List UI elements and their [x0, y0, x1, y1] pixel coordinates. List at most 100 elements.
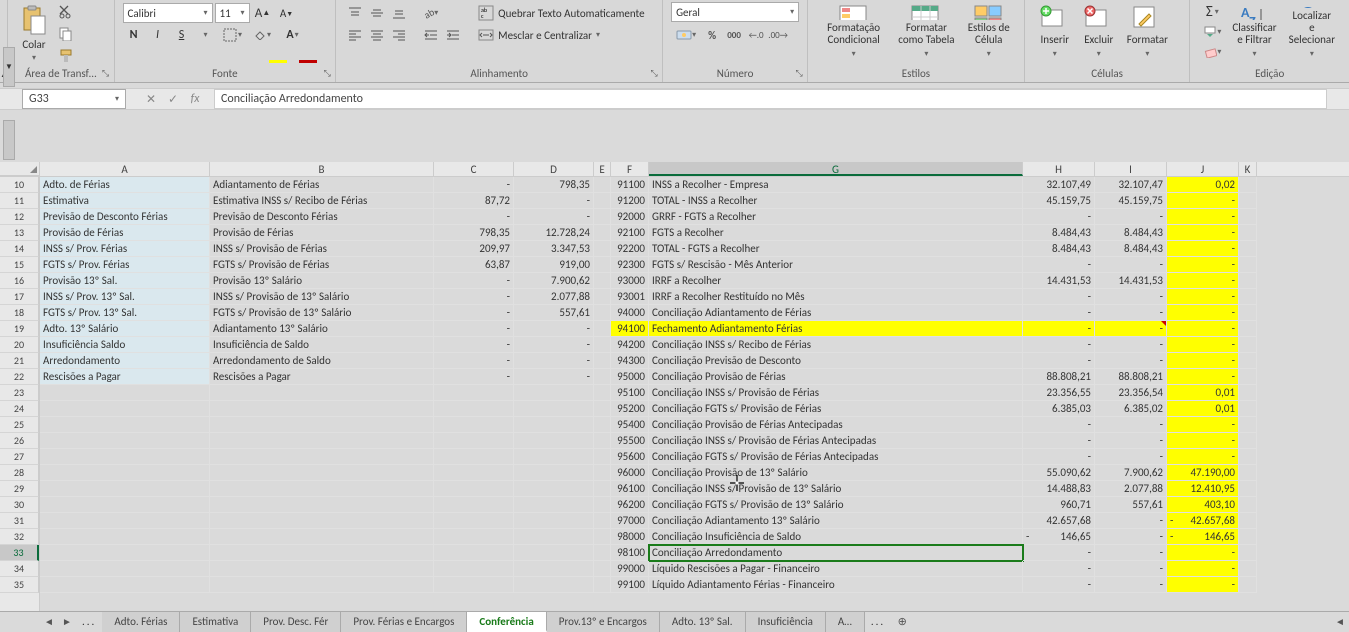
cell[interactable]: [210, 465, 434, 481]
italic-button[interactable]: I: [147, 24, 169, 46]
cell[interactable]: -: [1023, 545, 1095, 561]
cell[interactable]: 23.356,54: [1095, 385, 1167, 401]
fill-button[interactable]: ▾: [1198, 22, 1226, 42]
cell[interactable]: -: [1167, 353, 1239, 369]
bold-button[interactable]: N: [123, 24, 145, 46]
cell[interactable]: -: [514, 337, 594, 353]
cell[interactable]: [594, 529, 611, 545]
cell[interactable]: -: [1023, 433, 1095, 449]
cell[interactable]: 0,01: [1167, 401, 1239, 417]
thousands-button[interactable]: 000: [723, 24, 745, 46]
sheet-tab[interactable]: Adto. Férias: [102, 612, 180, 632]
row-header[interactable]: 34: [0, 561, 39, 577]
cell[interactable]: FGTS a Recolher: [649, 225, 1023, 241]
cell[interactable]: [210, 449, 434, 465]
cell[interactable]: -: [1167, 289, 1239, 305]
cell[interactable]: -: [514, 369, 594, 385]
column-header[interactable]: E: [594, 162, 611, 176]
align-middle-button[interactable]: [366, 2, 388, 24]
cell[interactable]: [210, 577, 434, 593]
cell[interactable]: [434, 465, 514, 481]
row-header[interactable]: 10: [0, 177, 39, 193]
cell[interactable]: -: [1023, 353, 1095, 369]
cell[interactable]: -: [1095, 577, 1167, 593]
merge-center-button[interactable]: Mesclar e Centralizar ▾: [474, 24, 648, 46]
cell[interactable]: [1239, 433, 1257, 449]
percent-button[interactable]: %: [701, 24, 723, 46]
cell[interactable]: Estimativa: [40, 193, 210, 209]
cell[interactable]: 96200: [611, 497, 649, 513]
cell[interactable]: -: [1023, 577, 1095, 593]
sheet-tab[interactable]: Conferência: [467, 612, 546, 632]
align-right-button[interactable]: [388, 24, 410, 46]
row-header[interactable]: 15: [0, 257, 39, 273]
cell[interactable]: [210, 529, 434, 545]
increase-font-button[interactable]: A▲: [252, 2, 274, 24]
cell[interactable]: -: [434, 337, 514, 353]
collapse-outline-button[interactable]: [3, 120, 15, 160]
align-top-button[interactable]: [344, 2, 366, 24]
number-format-combo[interactable]: Geral▾: [671, 2, 799, 22]
row-header[interactable]: 14: [0, 241, 39, 257]
cell[interactable]: 96000: [611, 465, 649, 481]
cell[interactable]: 0,01: [1167, 385, 1239, 401]
cell[interactable]: [1239, 305, 1257, 321]
cell[interactable]: Previsão de Desconto Férias: [40, 209, 210, 225]
cell[interactable]: -: [1023, 289, 1095, 305]
cell[interactable]: -: [1167, 257, 1239, 273]
cell[interactable]: -: [1167, 433, 1239, 449]
cell[interactable]: INSS s/ Prov. 13º Sal.: [40, 289, 210, 305]
cell[interactable]: [1239, 449, 1257, 465]
cell[interactable]: 798,35: [514, 177, 594, 193]
cell[interactable]: [40, 481, 210, 497]
enter-formula-button[interactable]: ✓: [162, 89, 184, 109]
cell[interactable]: 95400: [611, 417, 649, 433]
cell[interactable]: [434, 529, 514, 545]
cell[interactable]: -: [434, 353, 514, 369]
cell[interactable]: [594, 449, 611, 465]
cell[interactable]: 12.410,95: [1167, 481, 1239, 497]
select-all-corner[interactable]: [0, 162, 40, 176]
cell[interactable]: -: [1023, 449, 1095, 465]
cell[interactable]: [1239, 497, 1257, 513]
cell[interactable]: Líquido Rescisões a Pagar - Financeiro: [649, 561, 1023, 577]
cell[interactable]: [514, 465, 594, 481]
cell[interactable]: -: [1023, 337, 1095, 353]
border-button[interactable]: ▾: [219, 24, 247, 46]
cell[interactable]: [594, 481, 611, 497]
orientation-button[interactable]: ab▾: [420, 2, 442, 24]
cell[interactable]: [434, 385, 514, 401]
cell[interactable]: Estimativa INSS s/ Recibo de Férias: [210, 193, 434, 209]
row-header[interactable]: 19: [0, 321, 39, 337]
cell[interactable]: [40, 577, 210, 593]
cell[interactable]: [1239, 529, 1257, 545]
cell[interactable]: -: [1095, 321, 1167, 337]
cell[interactable]: 94200: [611, 337, 649, 353]
sort-filter-button[interactable]: AZ Classificar e Filtrar▾: [1226, 2, 1282, 62]
decrease-font-button[interactable]: A▼: [276, 2, 298, 24]
cell[interactable]: 12.728,24: [514, 225, 594, 241]
cell[interactable]: [594, 273, 611, 289]
row-header[interactable]: 26: [0, 433, 39, 449]
clear-button[interactable]: ▾: [1198, 42, 1226, 62]
cell[interactable]: Conciliação INSS s/ Provisão de 13º Salá…: [649, 481, 1023, 497]
cell[interactable]: 91100: [611, 177, 649, 193]
cell[interactable]: 91200: [611, 193, 649, 209]
wrap-text-button[interactable]: abc Quebrar Texto Automaticamente: [474, 2, 648, 24]
sheet-tab[interactable]: Prov. Férias e Encargos: [341, 612, 467, 632]
cell[interactable]: [594, 369, 611, 385]
cell[interactable]: 92100: [611, 225, 649, 241]
fill-color-button[interactable]: ▾: [249, 24, 277, 46]
cell[interactable]: 14.431,53: [1095, 273, 1167, 289]
cell[interactable]: [1239, 321, 1257, 337]
column-header[interactable]: I: [1095, 162, 1167, 176]
cell[interactable]: [514, 449, 594, 465]
cell[interactable]: 98000: [611, 529, 649, 545]
cell[interactable]: Provisão 13º Salário: [210, 273, 434, 289]
cell[interactable]: FGTS s/ Prov. 13º Sal.: [40, 305, 210, 321]
cell[interactable]: -: [1023, 305, 1095, 321]
cell[interactable]: Conciliação INSS s/ Provisão de Férias: [649, 385, 1023, 401]
cell[interactable]: [1239, 225, 1257, 241]
column-header[interactable]: C: [434, 162, 514, 176]
cell[interactable]: [210, 481, 434, 497]
